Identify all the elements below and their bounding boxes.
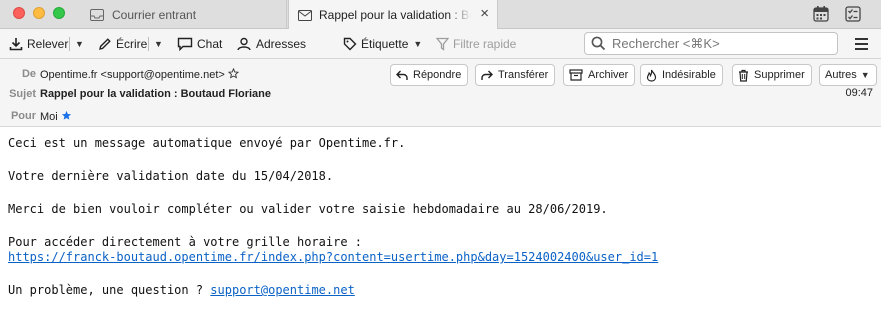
search-icon xyxy=(591,36,606,51)
tag-icon xyxy=(343,37,357,51)
subject-value: Rappel pour la validation : Boutaud Flor… xyxy=(40,88,272,100)
reply-button[interactable]: Répondre xyxy=(390,64,469,86)
from-label: De xyxy=(21,68,36,80)
quick-filter-button[interactable]: Filtre rapide xyxy=(436,35,516,53)
write-button[interactable]: Écrire xyxy=(98,35,147,53)
to-recipient[interactable]: Moi xyxy=(40,111,58,123)
trash-icon xyxy=(739,69,748,82)
address-book-label: Adresses xyxy=(256,37,307,51)
tasks-icon[interactable] xyxy=(844,5,862,23)
star-outline-icon[interactable] xyxy=(227,67,240,79)
close-tab-icon[interactable]: × xyxy=(480,6,489,21)
app-menu-button[interactable] xyxy=(855,38,868,50)
more-button[interactable]: Autres ▼ xyxy=(819,64,877,86)
filter-icon xyxy=(436,37,449,51)
tab-message-label: Rappel pour la validation : Bo xyxy=(319,8,471,22)
to-value[interactable]: Moi xyxy=(40,110,72,123)
body-line-request: Merci de bien vouloir compléter ou valid… xyxy=(8,202,608,216)
chat-bubble-icon xyxy=(177,37,193,51)
star-filled-icon[interactable] xyxy=(61,110,72,121)
delete-button[interactable]: Supprimer xyxy=(732,64,812,86)
tag-button[interactable]: Étiquette ▼ xyxy=(343,35,422,53)
window-maximize-button[interactable] xyxy=(53,7,65,19)
chevron-down-icon: ▼ xyxy=(154,39,163,49)
search-placeholder: Rechercher <⌘K> xyxy=(612,35,720,51)
archive-button[interactable]: Archiver xyxy=(563,64,636,86)
search-input[interactable]: Rechercher <⌘K> xyxy=(584,32,838,55)
quick-filter-label: Filtre rapide xyxy=(453,37,517,51)
message-header: De Opentime.fr <support@opentime.net> Su… xyxy=(0,59,881,127)
body-paragraph-access: Pour accéder directement à votre grille … xyxy=(8,235,878,265)
to-label: Pour xyxy=(10,110,36,122)
toolbar-divider xyxy=(69,37,70,51)
junk-label: Indésirable xyxy=(662,69,716,81)
pencil-icon xyxy=(99,38,111,50)
subject-label: Sujet xyxy=(9,88,36,100)
chat-button[interactable]: Chat xyxy=(177,35,222,53)
timesheet-link[interactable]: https://franck-boutaud.opentime.fr/index… xyxy=(8,250,658,264)
archive-label: Archiver xyxy=(588,69,629,81)
chevron-down-icon: ▼ xyxy=(860,70,870,80)
archive-icon xyxy=(569,69,583,81)
window-close-button[interactable] xyxy=(13,7,25,19)
body-paragraph-question: Un problème, une question ? support@open… xyxy=(8,283,878,298)
mail-toolbar: Relever ▼ Écrire ▼ Chat Adresses Étiquet… xyxy=(0,29,881,59)
fire-icon xyxy=(646,69,657,82)
address-book-button[interactable]: Adresses xyxy=(236,35,306,53)
inbox-icon xyxy=(90,8,104,21)
write-label: Écrire xyxy=(116,37,148,51)
contacts-icon xyxy=(237,37,251,51)
chat-label: Chat xyxy=(197,37,223,51)
more-label: Autres xyxy=(825,69,857,81)
tag-label: Étiquette xyxy=(361,37,409,51)
reply-icon xyxy=(396,70,408,80)
forward-icon xyxy=(481,70,493,80)
from-value[interactable]: Opentime.fr <support@opentime.net> xyxy=(40,67,240,81)
forward-label: Transférer xyxy=(498,69,549,81)
body-line-access: Pour accéder directement à votre grille … xyxy=(8,235,363,249)
envelope-icon xyxy=(298,9,312,21)
reply-label: Répondre xyxy=(413,69,462,81)
chevron-down-icon: ▼ xyxy=(413,39,423,49)
junk-button[interactable]: Indésirable xyxy=(640,64,723,86)
body-line-question: Un problème, une question ? xyxy=(8,283,211,297)
message-time: 09:47 xyxy=(845,87,873,99)
tab-message[interactable]: Rappel pour la validation : Bo × xyxy=(288,0,498,30)
body-line-intro: Ceci est un message automatique envoyé p… xyxy=(8,136,406,150)
toolbar-divider xyxy=(148,37,149,51)
message-body: Ceci est un message automatique envoyé p… xyxy=(8,136,878,316)
get-messages-button[interactable]: Relever xyxy=(9,35,68,53)
download-icon xyxy=(9,38,23,51)
forward-button[interactable]: Transférer xyxy=(475,64,556,86)
tab-inbox-label: Courrier entrant xyxy=(112,7,197,22)
delete-label: Supprimer xyxy=(754,69,805,81)
get-messages-dropdown[interactable]: ▼ xyxy=(73,35,84,53)
tab-inbox[interactable]: Courrier entrant xyxy=(82,0,287,29)
write-dropdown[interactable]: ▼ xyxy=(152,35,163,53)
chevron-down-icon: ▼ xyxy=(75,39,84,49)
from-address[interactable]: Opentime.fr <support@opentime.net> xyxy=(40,69,225,81)
window-minimize-button[interactable] xyxy=(33,7,45,19)
tab-bar: Courrier entrant Rappel pour la validati… xyxy=(0,0,881,30)
support-email-link[interactable]: support@opentime.net xyxy=(210,283,355,297)
body-line-last-validation: Votre dernière validation date du 15/04/… xyxy=(8,169,334,183)
get-messages-label: Relever xyxy=(27,37,69,51)
calendar-icon[interactable] xyxy=(812,5,830,23)
hamburger-menu-icon xyxy=(855,38,868,40)
